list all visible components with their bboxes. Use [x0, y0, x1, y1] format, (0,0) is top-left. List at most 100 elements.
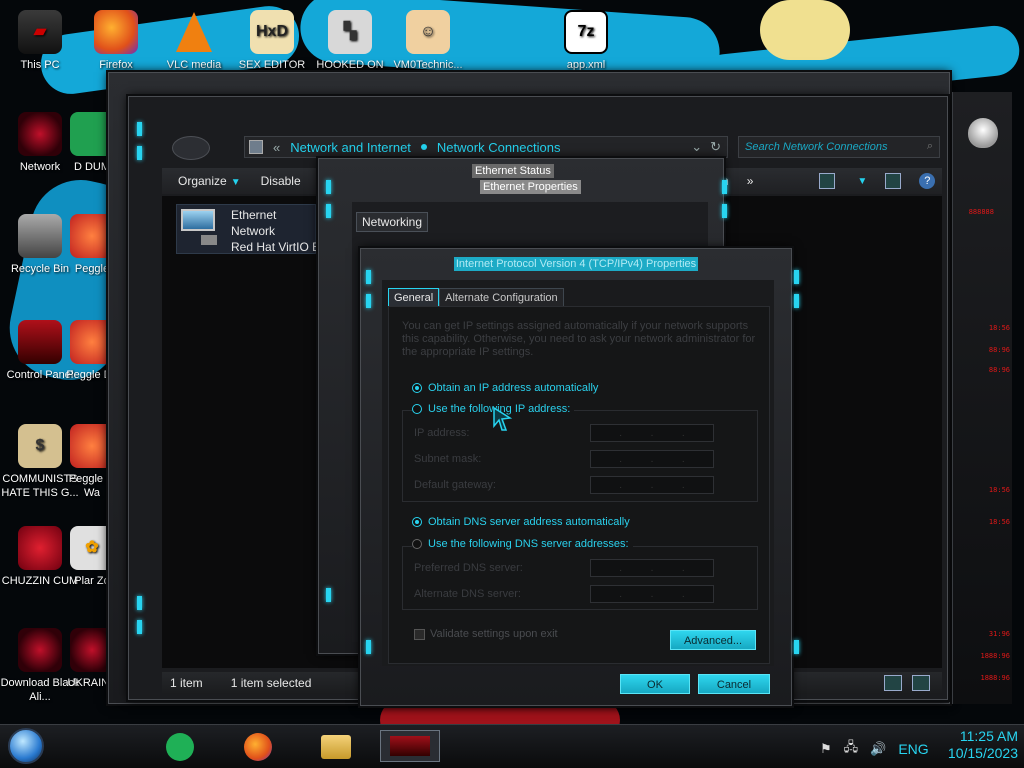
default-gateway-field[interactable]: ...	[590, 476, 714, 494]
selection-count: 1 item selected	[230, 676, 312, 690]
refresh-icon[interactable]: ↻	[710, 139, 721, 155]
network-icon[interactable]: 🖧	[844, 738, 859, 760]
desktop-icon-label: VLC media	[166, 59, 222, 71]
radio-use-following-dns[interactable]: Use the following DNS server addresses:	[412, 538, 633, 550]
taskbar-app-green[interactable]	[164, 732, 196, 762]
hex-editor-icon: HxD	[250, 10, 294, 54]
breadcrumb-network-connections[interactable]: Network Connections	[437, 140, 561, 155]
taskbar-app-control-panel-active[interactable]	[380, 730, 440, 762]
tab-alternate-configuration[interactable]: Alternate Configuration	[439, 288, 564, 308]
radio-button-selected[interactable]	[412, 383, 422, 393]
vlc-cone-icon	[172, 10, 216, 54]
advanced-button[interactable]: Advanced...	[670, 630, 756, 650]
alien-network-icon	[18, 112, 62, 156]
radio-obtain-ip-auto[interactable]: Obtain an IP address automatically	[412, 382, 598, 394]
more-commands-icon[interactable]: »	[747, 174, 754, 188]
frame-accent	[366, 640, 371, 654]
frame-accent	[326, 204, 331, 218]
view-dropdown-icon[interactable]: ▼	[857, 176, 867, 187]
back-chevron-icon[interactable]: «	[273, 140, 280, 155]
validate-checkbox[interactable]	[414, 628, 425, 640]
ok-button[interactable]: OK	[620, 674, 690, 694]
clock[interactable]: 11:25 AM 10/15/2023	[928, 728, 1018, 762]
organize-button[interactable]: Organize ▼	[162, 174, 257, 188]
desktop-icon-label: Plar Zo	[74, 575, 110, 587]
preview-pane-icon[interactable]	[885, 173, 902, 189]
list-item-ethernet[interactable]: Ethernet Network Red Hat VirtIO E	[176, 204, 320, 254]
subnet-mask-field[interactable]: ...	[590, 450, 714, 468]
frame-accent	[366, 294, 371, 308]
alternate-dns-field[interactable]: ...	[590, 585, 714, 603]
flag-icon[interactable]: ⚑	[820, 741, 832, 757]
alien-head-icon	[968, 118, 998, 148]
volume-icon[interactable]: 🔊	[870, 741, 886, 757]
cancel-button[interactable]: Cancel	[698, 674, 770, 694]
frame-accent	[137, 596, 142, 610]
start-button[interactable]	[8, 728, 44, 764]
tab-networking[interactable]: Networking	[356, 212, 429, 232]
gadget-readout: 31:96	[988, 630, 1010, 638]
frame-accent	[722, 180, 727, 194]
help-icon[interactable]: ?	[919, 173, 936, 189]
desktop-icon-hooked-on[interactable]: ▚ HOOKED ON	[310, 10, 390, 72]
tab-general[interactable]: General	[388, 288, 440, 308]
folder-icon	[321, 735, 351, 759]
alien-icon	[18, 628, 62, 672]
preferred-dns-field[interactable]: ...	[590, 559, 714, 577]
desktop-icon-vlc[interactable]: VLC media	[154, 10, 234, 72]
language-indicator[interactable]: ENG	[898, 741, 928, 757]
radio-label: Obtain an IP address automatically	[428, 382, 599, 394]
desktop-icon-label: VM0Technic...	[393, 59, 463, 71]
large-icons-view-icon[interactable]	[912, 675, 930, 691]
radio-obtain-dns-auto[interactable]: Obtain DNS server address automatically	[412, 516, 630, 528]
dialog-title: Internet Protocol Version 4 (TCP/IPv4) P…	[453, 257, 699, 271]
tab-strip: General Alternate Configuration	[388, 288, 564, 308]
breadcrumb-separator-icon	[420, 144, 427, 150]
dialog-titlebar: Internet Protocol Version 4 (TCP/IPv4) P…	[362, 254, 790, 274]
taskbar-app-firefox[interactable]	[242, 732, 274, 762]
desktop-icon-firefox[interactable]: Firefox	[76, 10, 156, 72]
chevron-down-icon[interactable]: ⌄	[691, 139, 702, 155]
search-input[interactable]: Search Network Connections ⌕	[738, 136, 940, 158]
7zip-icon: 7z	[564, 10, 608, 54]
breadcrumb-network-and-internet[interactable]: Network and Internet	[290, 140, 411, 155]
search-icon[interactable]: ⌕	[927, 140, 933, 153]
preferred-dns-label: Preferred DNS server:	[414, 562, 523, 574]
gadget-readout: 18:56	[988, 518, 1010, 526]
desktop-icon-vm0technic[interactable]: ☺ VM0Technic...	[388, 10, 468, 72]
firefox-icon	[94, 10, 138, 54]
taskbar-app-explorer[interactable]	[320, 732, 352, 762]
gadget-readout: 1888:96	[980, 674, 1010, 682]
subnet-mask-label: Subnet mask:	[414, 453, 482, 465]
desktop-icon-label: Peggle	[74, 263, 110, 275]
gadget-readout: 1888:96	[980, 652, 1010, 660]
desktop-icon-hex-editor[interactable]: HxD SEX EDITOR	[232, 10, 312, 72]
gadget-readout: 888888	[968, 208, 994, 216]
details-view-icon[interactable]	[884, 675, 902, 691]
radio-button-selected[interactable]	[412, 517, 422, 527]
frame-accent	[137, 122, 142, 136]
item-network: Network	[231, 224, 276, 238]
recycle-bin-icon	[18, 214, 62, 258]
money-bag-icon: $	[18, 424, 62, 468]
ethernet-status-title: Ethernet Status	[472, 164, 554, 178]
item-adapter: Red Hat VirtIO E	[231, 240, 321, 254]
network-adapter-icon	[181, 209, 225, 249]
clock-date: 10/15/2023	[947, 745, 1018, 761]
validate-settings-checkbox-row[interactable]: Validate settings upon exit	[414, 628, 558, 640]
desktop-icon-app-xml[interactable]: 7z app.xml	[546, 10, 626, 72]
default-gateway-label: Default gateway:	[414, 479, 496, 491]
desktop-icon-this-pc[interactable]: ▰ This PC	[0, 10, 80, 72]
gadget-readout: 18:56	[988, 324, 1010, 332]
disable-button[interactable]: Disable	[257, 174, 317, 188]
radio-button[interactable]	[412, 404, 422, 414]
ip-address-field[interactable]: ...	[590, 424, 714, 442]
wallpaper-cartoon	[760, 0, 850, 60]
radio-button[interactable]	[412, 539, 422, 549]
alternate-dns-label: Alternate DNS server:	[414, 588, 521, 600]
maze-app-icon: ▚	[328, 10, 372, 54]
frame-accent	[794, 270, 799, 284]
view-options-icon[interactable]	[819, 173, 836, 189]
gadget-readout: 88:96	[988, 346, 1010, 354]
address-bar[interactable]: « Network and Internet Network Connectio…	[244, 136, 728, 158]
